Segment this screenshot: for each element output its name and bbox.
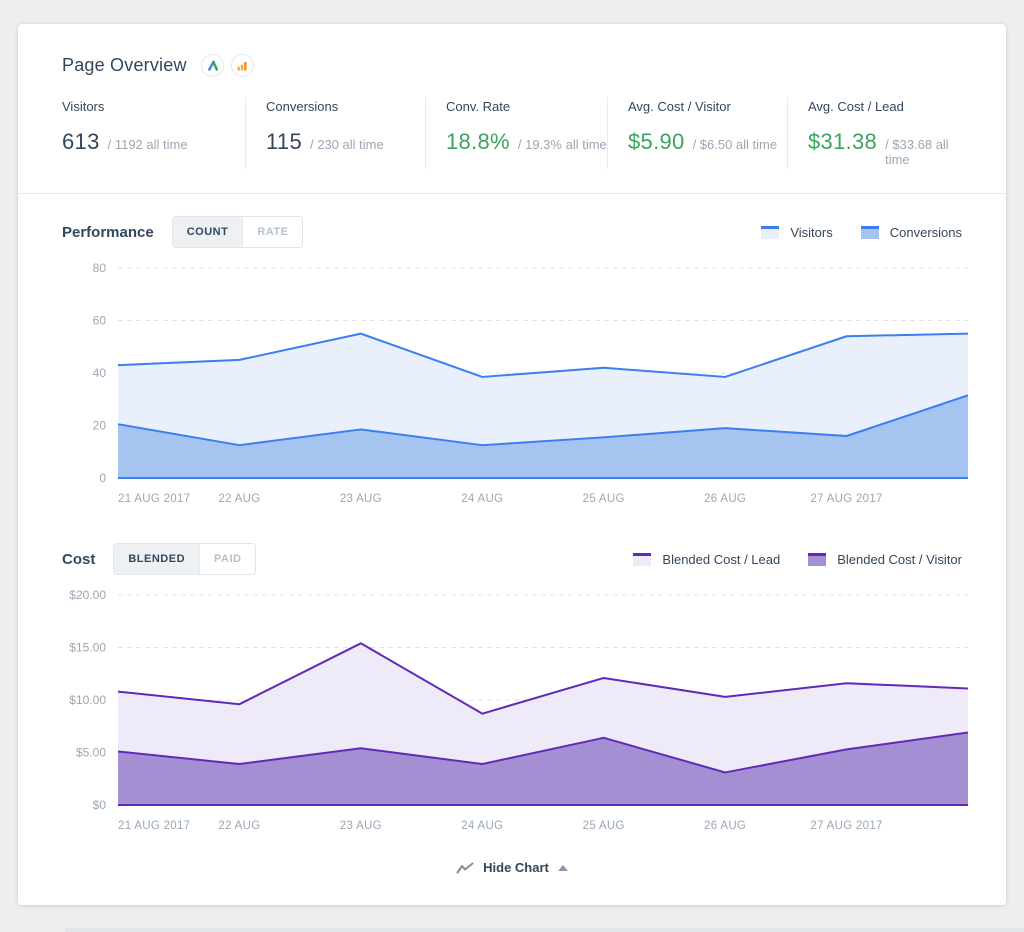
metric-label: Avg. Cost / Lead: [808, 99, 968, 114]
metric-value: $5.90: [628, 129, 685, 155]
svg-text:0: 0: [99, 471, 106, 485]
metric-value: 613: [62, 129, 100, 155]
svg-text:26 AUG: 26 AUG: [704, 820, 746, 832]
svg-text:$10.00: $10.00: [69, 693, 106, 707]
blended-cost-lead-swatch: [633, 553, 651, 566]
svg-text:23 AUG: 23 AUG: [340, 493, 382, 505]
performance-legend: Visitors Conversions: [761, 225, 962, 240]
integration-badges: [201, 54, 254, 77]
svg-text:$20.00: $20.00: [69, 588, 106, 602]
google-analytics-icon: [231, 54, 254, 77]
svg-text:$0: $0: [93, 798, 107, 812]
svg-text:24 AUG: 24 AUG: [461, 820, 503, 832]
metric-conv-rate: Conv. Rate 18.8% / 19.3% all time: [425, 97, 607, 169]
cost-chart: $0 $5.00 $10.00 $15.00 $20.00 21 AUG 2017 22 A…: [18, 577, 1006, 844]
google-ads-icon: [201, 54, 224, 77]
legend-item-blended-cost-visitor[interactable]: Blended Cost / Visitor: [808, 552, 962, 567]
metric-conversions: Conversions 115 / 230 all time: [245, 97, 425, 169]
svg-text:40: 40: [93, 366, 107, 380]
cost-title: Cost: [62, 551, 95, 568]
toggle-count[interactable]: COUNT: [173, 217, 243, 247]
legend-label: Blended Cost / Lead: [662, 552, 780, 567]
svg-text:26 AUG: 26 AUG: [704, 493, 746, 505]
svg-text:24 AUG: 24 AUG: [461, 493, 503, 505]
svg-text:80: 80: [93, 261, 107, 275]
svg-text:27 AUG 2017: 27 AUG 2017: [810, 820, 882, 832]
metric-alltime: / $33.68 all time: [885, 137, 968, 167]
next-card-edge: [65, 928, 1024, 932]
svg-text:$15.00: $15.00: [69, 641, 106, 655]
performance-title: Performance: [62, 224, 154, 241]
metric-visitors: Visitors 613 / 1192 all time: [62, 97, 245, 169]
svg-text:21 AUG 2017: 21 AUG 2017: [118, 493, 190, 505]
page-title: Page Overview: [62, 55, 187, 76]
blended-cost-visitor-swatch: [808, 553, 826, 566]
visitors-swatch: [761, 226, 779, 239]
cost-toggle: BLENDED PAID: [113, 543, 256, 575]
metric-avg-cost-lead: Avg. Cost / Lead $31.38 / $33.68 all tim…: [787, 97, 968, 169]
legend-item-blended-cost-lead[interactable]: Blended Cost / Lead: [633, 552, 780, 567]
svg-text:21 AUG 2017: 21 AUG 2017: [118, 820, 190, 832]
metric-alltime: / 1192 all time: [108, 137, 188, 152]
performance-toggle: COUNT RATE: [172, 216, 304, 248]
legend-item-visitors[interactable]: Visitors: [761, 225, 832, 240]
legend-label: Conversions: [890, 225, 962, 240]
metric-label: Conv. Rate: [446, 99, 607, 114]
legend-label: Visitors: [790, 225, 832, 240]
svg-text:60: 60: [93, 314, 107, 328]
cost-legend: Blended Cost / Lead Blended Cost / Visit…: [633, 552, 962, 567]
card-header: Page Overview: [18, 24, 1006, 97]
metric-value: 115: [266, 129, 302, 155]
performance-chart: 0 20 40 60 80 21 AUG 2017 22 AUG 23 AUG 24 AUG 25…: [18, 250, 1006, 517]
svg-text:25 AUG: 25 AUG: [583, 820, 625, 832]
metrics-row: Visitors 613 / 1192 all time Conversions…: [18, 97, 1006, 194]
metric-avg-cost-visitor: Avg. Cost / Visitor $5.90 / $6.50 all ti…: [607, 97, 787, 169]
metric-alltime: / $6.50 all time: [693, 137, 778, 152]
cost-section-header: Cost BLENDED PAID Blended Cost / Lead Bl…: [18, 517, 1006, 577]
legend-label: Blended Cost / Visitor: [837, 552, 962, 567]
page-overview-card: Page Overview Visitors 613: [18, 24, 1006, 905]
svg-text:22 AUG: 22 AUG: [218, 820, 260, 832]
svg-text:27 AUG 2017: 27 AUG 2017: [810, 493, 882, 505]
toggle-paid[interactable]: PAID: [199, 544, 255, 574]
metric-value: $31.38: [808, 129, 877, 155]
metric-label: Visitors: [62, 99, 245, 114]
metric-value: 18.8%: [446, 129, 510, 155]
metric-alltime: / 230 all time: [310, 137, 384, 152]
svg-text:25 AUG: 25 AUG: [583, 493, 625, 505]
metric-alltime: / 19.3% all time: [518, 137, 607, 152]
conversions-swatch: [861, 226, 879, 239]
svg-text:20: 20: [93, 419, 107, 433]
metric-label: Conversions: [266, 99, 425, 114]
svg-text:$5.00: $5.00: [76, 746, 106, 760]
hide-chart-button[interactable]: Hide Chart: [18, 860, 1006, 875]
hide-chart-label: Hide Chart: [483, 860, 549, 875]
performance-section-header: Performance COUNT RATE Visitors Conversi…: [18, 194, 1006, 250]
chevron-up-icon: [558, 865, 568, 871]
svg-text:22 AUG: 22 AUG: [218, 493, 260, 505]
legend-item-conversions[interactable]: Conversions: [861, 225, 962, 240]
line-chart-icon: [456, 861, 474, 875]
metric-label: Avg. Cost / Visitor: [628, 99, 787, 114]
svg-text:23 AUG: 23 AUG: [340, 820, 382, 832]
toggle-blended[interactable]: BLENDED: [114, 544, 199, 574]
toggle-rate[interactable]: RATE: [242, 217, 302, 247]
